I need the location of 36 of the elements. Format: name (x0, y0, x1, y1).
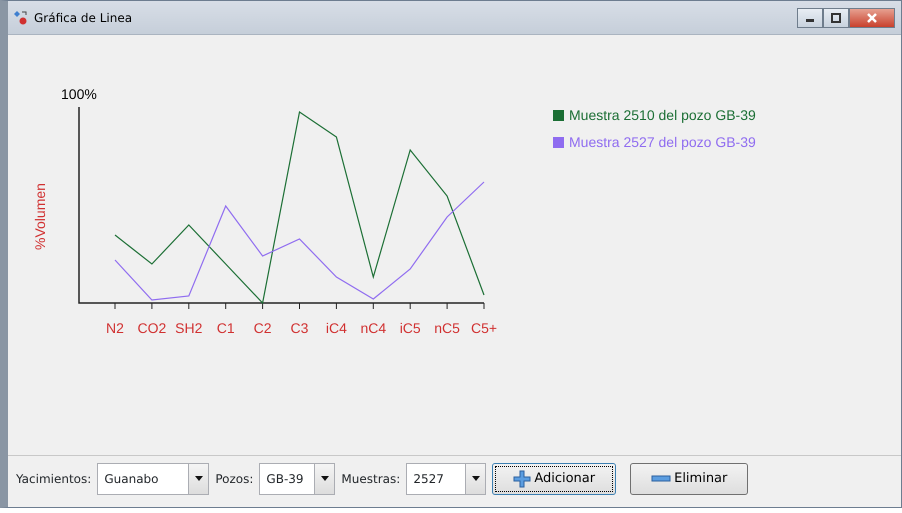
legend-label: Muestra 2527 del pozo GB-39 (569, 133, 756, 152)
caret-icon (194, 476, 203, 481)
maximize-button[interactable] (823, 8, 849, 28)
category-label: C5+ (470, 320, 498, 336)
dropdown[interactable]: GB-39 (259, 462, 336, 494)
caret-icon (472, 476, 480, 481)
minimize-icon (806, 19, 814, 22)
plus-icon (513, 470, 532, 488)
axis-tick-label: 100% (61, 86, 97, 102)
action-button[interactable]: Adicionar (492, 462, 616, 494)
category-label: nC5 (434, 320, 460, 336)
category-label: nC4 (360, 320, 386, 336)
dropdown[interactable]: Guanabo (97, 462, 210, 494)
app-icon (12, 10, 28, 26)
field-label: Pozos: (215, 470, 254, 488)
close-icon (866, 12, 878, 22)
y-axis-label: %Volumen (32, 183, 48, 250)
category-label: C2 (254, 320, 272, 336)
field-label: Muestras: (341, 470, 400, 488)
category-label: N2 (106, 320, 124, 336)
category-label: iC5 (400, 320, 421, 336)
category-label: CO2 (138, 320, 166, 336)
minimize-button[interactable] (797, 8, 823, 28)
action-button[interactable]: Eliminar (630, 462, 748, 494)
minus-icon (651, 474, 672, 482)
category-label: C3 (290, 320, 308, 336)
category-label: SH2 (175, 320, 202, 336)
field-label: Yacimientos: (16, 470, 92, 488)
category-label: iC4 (326, 320, 347, 336)
category-label: C1 (216, 320, 235, 336)
legend-label: Muestra 2510 del pozo GB-39 (569, 106, 756, 125)
window-title: Gráfica de Linea (34, 10, 132, 26)
close-button[interactable] (849, 8, 895, 28)
maximize-icon (831, 12, 841, 22)
dropdown[interactable]: 2527 (406, 462, 486, 494)
caret-icon (320, 476, 329, 481)
